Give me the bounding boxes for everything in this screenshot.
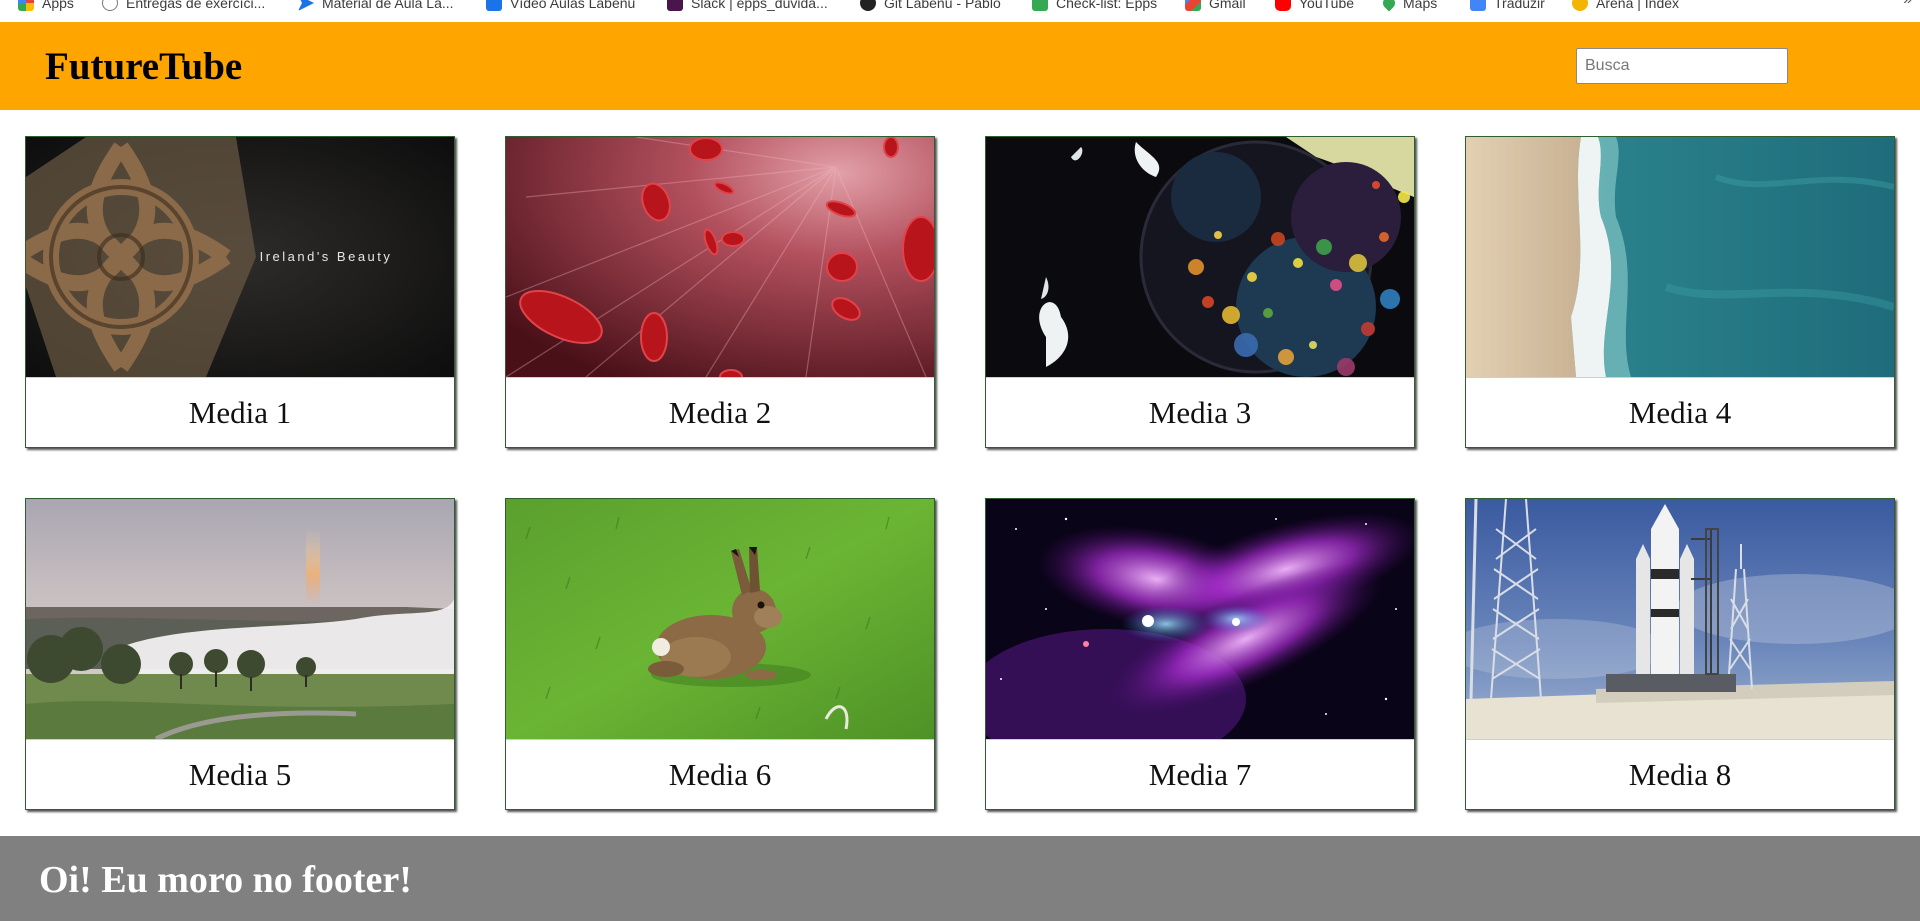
bookmarks-bar: Apps Entregas de exercíci... Material de… [0, 0, 1920, 23]
bookmark-label: Gmail [1209, 0, 1246, 11]
footer-text: Oi! Eu moro no footer! [39, 859, 412, 901]
bookmark-label: Apps [42, 0, 74, 11]
thumbnail-caption: Ireland's Beauty [260, 249, 393, 264]
bookmark-label: Material de Aula La... [322, 0, 454, 11]
media-card-5[interactable]: Media 5 [25, 498, 455, 810]
slack-icon [667, 0, 683, 11]
bookmark-label: Slack | epps_duvida... [691, 0, 828, 11]
bookmark-label: Git Labenu - Pablo [884, 0, 1001, 11]
bookmark-label: Check-list: Epps [1056, 0, 1158, 11]
bookmark-arena[interactable]: Arena | Index [1572, 0, 1679, 13]
bookmark-apps[interactable]: Apps [18, 0, 74, 13]
media-thumbnail[interactable] [26, 499, 454, 739]
bookmark-traduzir[interactable]: Traduzir [1470, 0, 1545, 13]
bookmark-label: Entregas de exercíci... [126, 0, 266, 11]
bookmark-video-aulas[interactable]: Vídeo Aulas Labenu [486, 0, 635, 13]
media-title[interactable]: Media 5 [26, 739, 454, 809]
bookmark-entregas[interactable]: Entregas de exercíci... [102, 0, 265, 13]
search-input[interactable] [1576, 48, 1788, 84]
bookmark-slack[interactable]: Slack | epps_duvida... [667, 0, 828, 13]
media-thumbnail[interactable] [506, 137, 934, 377]
color-bubbles-image [986, 137, 1414, 377]
bookmark-gmail[interactable]: Gmail [1185, 0, 1246, 13]
media-title[interactable]: Media 6 [506, 739, 934, 809]
media-thumbnail[interactable] [986, 137, 1414, 377]
bookmark-label: Traduzir [1494, 0, 1545, 11]
bookmark-label: Vídeo Aulas Labenu [510, 0, 636, 11]
bookmark-youtube[interactable]: YouTube [1275, 0, 1354, 13]
media-title[interactable]: Media 4 [1466, 377, 1894, 447]
media-thumbnail[interactable] [986, 499, 1414, 739]
gmail-icon [1185, 0, 1201, 11]
media-thumbnail[interactable] [1466, 137, 1894, 377]
foggy-landscape-image [26, 499, 454, 739]
media-title[interactable]: Media 2 [506, 377, 934, 447]
more-bookmarks-icon[interactable]: » [1903, 0, 1912, 9]
bookmark-checklist[interactable]: Check-list: Epps [1032, 0, 1157, 13]
media-title[interactable]: Media 3 [986, 377, 1414, 447]
bookmark-material[interactable]: Material de Aula La... [298, 0, 454, 13]
media-thumbnail[interactable] [506, 499, 934, 739]
arena-icon [1572, 0, 1588, 11]
github-icon [860, 0, 876, 11]
rocket-launch-pad-image [1466, 499, 1894, 739]
purple-nebula-image [986, 499, 1414, 739]
media-card-3[interactable]: Media 3 [985, 136, 1415, 448]
bookmark-git-labenu[interactable]: Git Labenu - Pablo [860, 0, 1001, 13]
media-card-1[interactable]: Ireland's Beauty Media 1 [25, 136, 455, 448]
media-card-6[interactable]: Media 6 [505, 498, 935, 810]
media-title[interactable]: Media 7 [986, 739, 1414, 809]
bookmark-label: Arena | Index [1596, 0, 1680, 11]
maps-pin-icon [1380, 0, 1398, 12]
translate-icon [1470, 0, 1486, 11]
arrow-bookmark-icon [298, 0, 314, 11]
media-card-7[interactable]: Media 7 [985, 498, 1415, 810]
site-footer: Oi! Eu moro no footer! [0, 836, 1920, 921]
site-logo[interactable]: FutureTube [45, 44, 242, 89]
beach-aerial-image [1466, 137, 1894, 377]
check-square-icon [486, 0, 502, 11]
check-square-icon [1032, 0, 1048, 11]
info-circle-icon [102, 0, 118, 11]
youtube-icon [1275, 0, 1291, 11]
media-thumbnail[interactable]: Ireland's Beauty [26, 137, 454, 377]
blood-cells-image [506, 137, 934, 377]
bookmark-maps[interactable]: Maps [1380, 0, 1438, 13]
apps-grid-icon [18, 0, 34, 11]
media-thumbnail[interactable] [1466, 499, 1894, 739]
media-title[interactable]: Media 8 [1466, 739, 1894, 809]
media-title[interactable]: Media 1 [26, 377, 454, 447]
bookmark-label: YouTube [1299, 0, 1355, 11]
celtic-cross-image: Ireland's Beauty [26, 137, 454, 377]
bookmark-label: Maps [1403, 0, 1438, 11]
media-card-8[interactable]: Media 8 [1465, 498, 1895, 810]
site-header: FutureTube [0, 22, 1920, 110]
media-card-4[interactable]: Media 4 [1465, 136, 1895, 448]
media-card-2[interactable]: Media 2 [505, 136, 935, 448]
hare-on-grass-image [506, 499, 934, 739]
